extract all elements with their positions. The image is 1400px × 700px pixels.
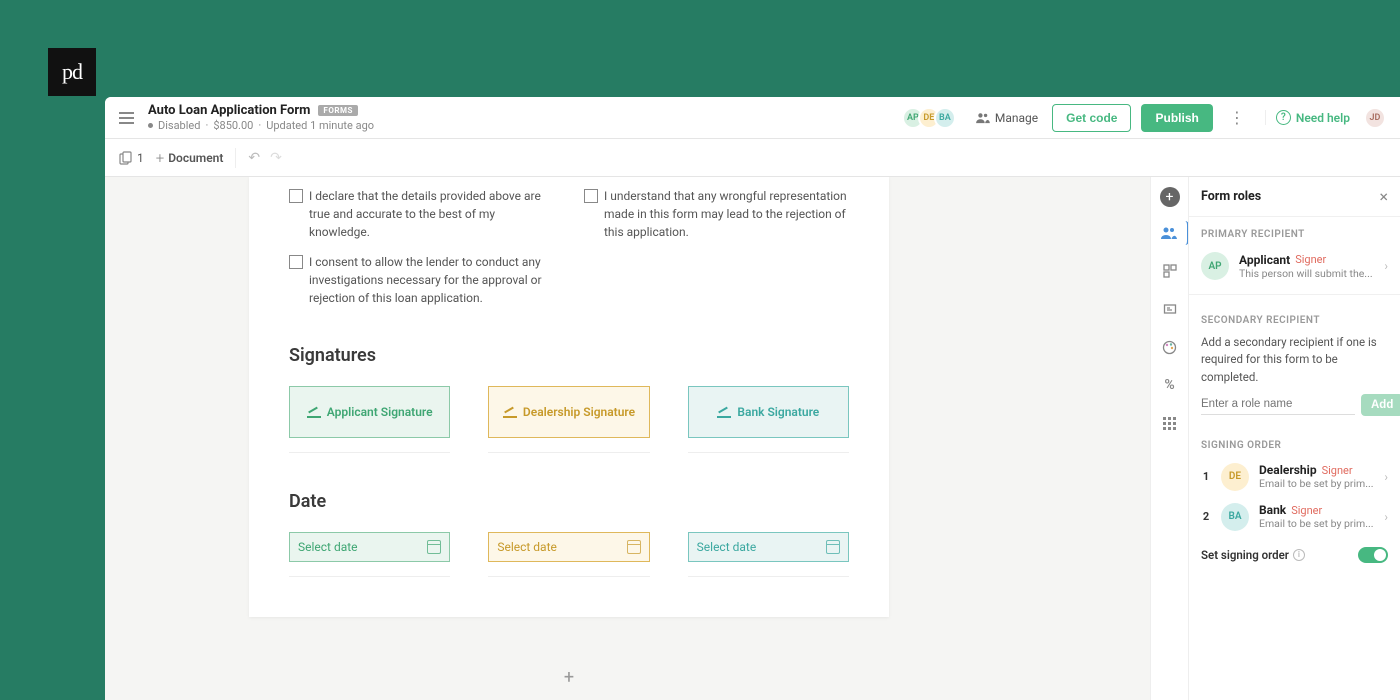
chevron-right-icon: ›	[1384, 259, 1388, 273]
declaration-3: I consent to allow the lender to conduct…	[289, 253, 558, 307]
pages-icon	[119, 151, 133, 165]
primary-recipient-label: PRIMARY RECIPIENT	[1189, 217, 1400, 246]
document-title[interactable]: Auto Loan Application Form	[148, 103, 310, 118]
user-avatar[interactable]: JD	[1364, 107, 1386, 129]
right-rail: + %	[1150, 177, 1188, 700]
top-bar: Auto Loan Application Form FORMS Disable…	[105, 97, 1400, 139]
secondary-toolbar: 1 + Document ↶ ↷	[105, 139, 1400, 177]
avatar-bank[interactable]: BA	[934, 107, 956, 129]
signature-dealership[interactable]: Dealership Signature	[488, 386, 649, 438]
declaration-1: I declare that the details provided abov…	[289, 187, 554, 241]
declaration-2: I understand that any wrongful represent…	[584, 187, 849, 241]
set-signing-order-label: Set signing orderi	[1201, 548, 1305, 562]
title-area: Auto Loan Application Form FORMS Disable…	[148, 103, 894, 132]
avatar: AP	[1201, 252, 1229, 280]
design-icon[interactable]	[1158, 335, 1182, 359]
avatar: DE	[1221, 463, 1249, 491]
canvas-area[interactable]: I declare that the details provided abov…	[105, 177, 1150, 700]
date-heading: Date	[289, 491, 849, 512]
signing-order-toggle[interactable]	[1358, 547, 1388, 563]
signature-applicant[interactable]: Applicant Signature	[289, 386, 450, 438]
add-document-button[interactable]: + Document	[156, 149, 224, 167]
need-help-link[interactable]: ? Need help	[1265, 110, 1350, 125]
form-roles-panel: Form roles × PRIMARY RECIPIENT AP Applic…	[1188, 177, 1400, 700]
menu-icon[interactable]	[119, 112, 134, 124]
manage-button[interactable]: Manage	[976, 111, 1038, 125]
signing-order-row-2[interactable]: 2 BA BankSigner Email to be set by prim.…	[1189, 497, 1400, 537]
redo-icon[interactable]: ↷	[270, 150, 282, 166]
date-applicant[interactable]: Select date	[289, 532, 450, 562]
chevron-right-icon: ›	[1384, 510, 1388, 524]
signing-order-row-1[interactable]: 1 DE DealershipSigner Email to be set by…	[1189, 457, 1400, 497]
secondary-recipient-help: Add a secondary recipient if one is requ…	[1189, 332, 1400, 394]
workspace: I declare that the details provided abov…	[105, 177, 1400, 700]
info-icon[interactable]: i	[1293, 549, 1305, 561]
signature-icon	[503, 406, 517, 418]
roles-icon[interactable]	[1151, 221, 1189, 245]
calendar-icon	[427, 540, 441, 554]
top-actions: Get code Publish ⋮ ? Need help JD	[1052, 104, 1386, 132]
checkbox[interactable]	[289, 189, 303, 203]
calendar-icon	[826, 540, 840, 554]
primary-recipient-row[interactable]: AP ApplicantSigner This person will subm…	[1189, 246, 1400, 286]
people-icon	[976, 112, 990, 124]
updated-text: Updated 1 minute ago	[266, 119, 374, 132]
add-block-button[interactable]: +	[249, 667, 889, 688]
blocks-icon[interactable]	[1158, 259, 1182, 283]
plus-icon: +	[156, 149, 164, 167]
status-text: Disabled	[158, 119, 200, 132]
add-role-button[interactable]: Add	[1361, 394, 1400, 416]
avatar: BA	[1221, 503, 1249, 531]
signature-icon	[717, 406, 731, 418]
price-text: $850.00	[213, 119, 253, 132]
document-page: I declare that the details provided abov…	[249, 177, 889, 617]
signature-bank[interactable]: Bank Signature	[688, 386, 849, 438]
chevron-right-icon: ›	[1384, 470, 1388, 484]
secondary-recipient-label: SECONDARY RECIPIENT	[1189, 303, 1400, 332]
signatures-heading: Signatures	[289, 345, 849, 366]
checkbox[interactable]	[584, 189, 598, 203]
signing-order-label: SIGNING ORDER	[1189, 428, 1400, 457]
fields-icon[interactable]	[1158, 297, 1182, 321]
collaborator-avatars: AP DE BA	[908, 107, 956, 129]
variables-icon[interactable]: %	[1158, 373, 1182, 397]
apps-icon[interactable]	[1158, 411, 1182, 435]
brand-logo: pd	[48, 48, 96, 96]
checkbox[interactable]	[289, 255, 303, 269]
forms-badge: FORMS	[318, 105, 357, 116]
more-menu-icon[interactable]: ⋮	[1223, 106, 1251, 130]
app-window: Auto Loan Application Form FORMS Disable…	[105, 97, 1400, 700]
document-meta: Disabled · $850.00 · Updated 1 minute ag…	[148, 119, 894, 132]
panel-title: Form roles	[1201, 189, 1261, 204]
signature-icon	[307, 406, 321, 418]
help-icon: ?	[1276, 110, 1291, 125]
undo-icon[interactable]: ↶	[248, 150, 260, 166]
role-name-input[interactable]	[1201, 394, 1355, 415]
pages-button[interactable]: 1	[119, 151, 144, 165]
date-bank[interactable]: Select date	[688, 532, 849, 562]
close-icon[interactable]: ×	[1379, 187, 1388, 206]
add-content-icon[interactable]: +	[1160, 187, 1180, 207]
publish-button[interactable]: Publish	[1141, 104, 1212, 132]
get-code-button[interactable]: Get code	[1052, 104, 1131, 132]
date-dealership[interactable]: Select date	[488, 532, 649, 562]
calendar-icon	[627, 540, 641, 554]
